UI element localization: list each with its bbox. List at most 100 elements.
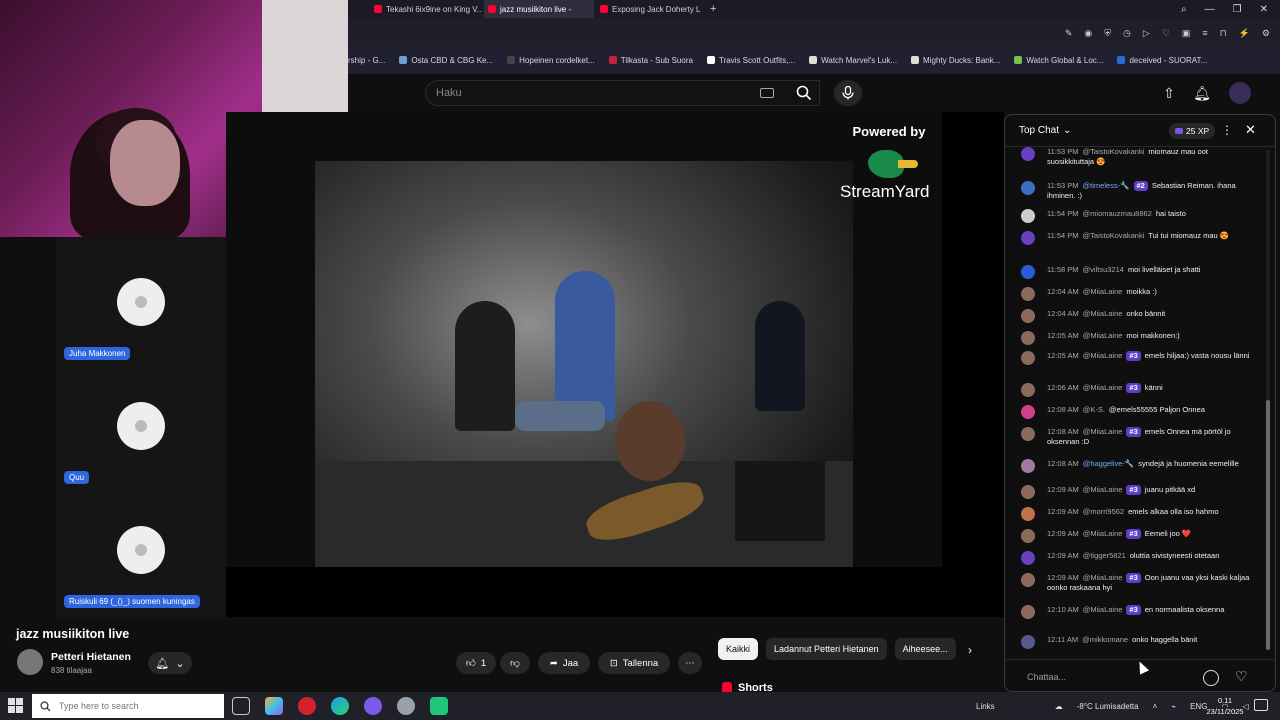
chat-mode-dropdown[interactable]: Top Chat ⌄ — [1019, 125, 1071, 136]
chat-author-name[interactable]: @mikkomane — [1082, 635, 1128, 644]
chat-author-avatar[interactable] — [1021, 209, 1035, 223]
chat-author-name[interactable]: @MiiaLaine — [1083, 605, 1123, 614]
video-player[interactable] — [315, 161, 853, 567]
bookmark-item[interactable]: Hopeinen cordelket... — [507, 52, 595, 68]
chat-author-name[interactable]: @MiiaLaine — [1083, 351, 1123, 360]
chat-scrollbar-thumb[interactable] — [1266, 400, 1270, 650]
chat-author-name[interactable]: @MiiaLaine — [1083, 427, 1123, 436]
bookmark-item[interactable]: Mighty Ducks: Bank... — [911, 52, 1000, 68]
chat-author-avatar[interactable] — [1021, 485, 1035, 499]
subscription-bell-button[interactable]: 🔔︎ ⌄ — [148, 652, 192, 674]
chat-author-avatar[interactable] — [1021, 405, 1035, 419]
close-window-button[interactable]: ✕ — [1260, 4, 1268, 15]
close-icon[interactable]: ✕ — [1245, 122, 1256, 138]
lock-icon[interactable]: ⊓ — [1220, 28, 1227, 39]
play-icon[interactable]: ▷ — [1143, 28, 1150, 39]
chat-author-avatar[interactable] — [1021, 635, 1035, 649]
chat-author-name[interactable]: @MiiaLaine — [1083, 485, 1123, 494]
chat-author-name[interactable]: @MiiaLaine — [1083, 287, 1123, 296]
vpn-icon[interactable]: ⚡ — [1239, 28, 1250, 39]
chat-author-name[interactable]: @TaistoKovakanki — [1083, 147, 1145, 156]
extension-icon[interactable]: ✎ — [1065, 28, 1073, 39]
chat-author-avatar[interactable] — [1021, 605, 1035, 619]
save-button[interactable]: ⊡ Tallenna — [598, 652, 670, 674]
chat-author-name[interactable]: @timeless-🔧 — [1083, 181, 1130, 190]
app-icon[interactable] — [397, 697, 415, 715]
chat-author-avatar[interactable] — [1021, 459, 1035, 473]
network-icon[interactable]: ⌁ — [1171, 702, 1176, 711]
upload-icon[interactable]: ⇧ — [1158, 82, 1180, 104]
chat-author-avatar[interactable] — [1021, 551, 1035, 565]
chat-author-avatar[interactable] — [1021, 573, 1035, 587]
filter-chip-all[interactable]: Kaikki — [718, 638, 759, 660]
chat-author-avatar[interactable] — [1021, 351, 1035, 365]
bookmark-item[interactable]: Osta CBD & CBG Ke... — [399, 52, 493, 68]
chat-author-name[interactable]: @MiiaLaine — [1083, 309, 1123, 318]
emoji-icon[interactable] — [1203, 670, 1219, 686]
keyboard-icon[interactable] — [760, 88, 774, 98]
edge-icon[interactable] — [331, 697, 349, 715]
browser-tab[interactable]: Exposing Jack Doherty Ly... — [596, 0, 700, 18]
browser-tab-active[interactable]: jazz musiikiton live - — [484, 0, 594, 18]
heart-icon[interactable]: ♡ — [1162, 28, 1170, 39]
channel-avatar[interactable] — [17, 649, 43, 675]
filter-chip-related[interactable]: Aiheesee... — [894, 638, 956, 660]
chat-author-avatar[interactable] — [1021, 265, 1035, 279]
more-vertical-icon[interactable]: ⋮ — [1221, 123, 1233, 137]
bookmark-item[interactable]: Travis Scott Outfits,... — [706, 52, 795, 68]
chat-author-avatar[interactable] — [1021, 507, 1035, 521]
chat-author-name[interactable]: @viltsu3214 — [1083, 265, 1124, 274]
search-input[interactable] — [436, 87, 756, 99]
weather-text[interactable]: -8°C Lumisadetta — [1077, 702, 1139, 711]
chat-author-avatar[interactable] — [1021, 427, 1035, 441]
xp-badge[interactable]: 25 XP — [1169, 123, 1216, 139]
task-view-icon[interactable] — [232, 697, 250, 715]
chat-author-name[interactable]: @MiiaLaine — [1083, 383, 1123, 392]
chat-author-name[interactable]: @MiiaLaine — [1083, 529, 1123, 538]
new-tab-button[interactable]: + — [710, 0, 724, 18]
chat-author-name[interactable]: @MiiaLaine — [1083, 331, 1123, 340]
dislike-button[interactable]: 👎︎ — [500, 652, 530, 674]
bookmark-item[interactable]: Watch Marvel's Luk... — [809, 52, 897, 68]
chat-author-avatar[interactable] — [1021, 181, 1035, 195]
chat-author-avatar[interactable] — [1021, 529, 1035, 543]
voice-search-button[interactable] — [834, 80, 862, 106]
maximize-button[interactable]: ❐ — [1233, 4, 1242, 15]
chat-author-name[interactable]: @haggelive-🔧 — [1083, 459, 1135, 468]
discord-icon[interactable] — [364, 697, 382, 715]
notifications-icon[interactable] — [1254, 699, 1268, 711]
taskbar-search-input[interactable] — [59, 701, 209, 711]
heart-icon[interactable]: ♡ — [1235, 668, 1248, 685]
app-icon[interactable] — [265, 697, 283, 715]
chat-author-name[interactable]: @K-S. — [1083, 405, 1105, 414]
weather-icon[interactable]: ☁ — [1055, 702, 1063, 711]
search-tabs-icon[interactable]: ⌕ — [1181, 4, 1187, 15]
account-avatar[interactable] — [1229, 82, 1251, 104]
share-button[interactable]: ➦ Jaa — [538, 652, 590, 674]
chat-author-avatar[interactable] — [1021, 383, 1035, 397]
taskbar-search-box[interactable] — [32, 694, 224, 718]
chat-author-name[interactable]: @TaistoKovakanki — [1083, 231, 1145, 240]
filter-chip-uploader[interactable]: Ladannut Petteri Hietanen — [766, 638, 887, 660]
channel-name[interactable]: Petteri Hietanen — [51, 651, 131, 663]
chat-author-name[interactable]: @tigger5821 — [1083, 551, 1126, 560]
minimize-button[interactable]: — — [1205, 4, 1215, 15]
chat-author-avatar[interactable] — [1021, 309, 1035, 323]
chevron-up-icon[interactable]: ˄ — [1153, 702, 1158, 711]
notifications-bell-icon[interactable]: 🔔︎ — [1191, 82, 1213, 104]
chat-author-name[interactable]: @morri9562 — [1083, 507, 1124, 516]
settings-icon[interactable]: ⚙ — [1262, 28, 1270, 39]
bookmark-item[interactable]: rship - G... — [348, 52, 385, 68]
taskbar-clock[interactable]: 0.11 23/11/2025 — [1200, 695, 1250, 717]
bookmark-item[interactable]: Watch Global & Loc... — [1014, 52, 1103, 68]
chat-author-avatar[interactable] — [1021, 331, 1035, 345]
opera-icon[interactable] — [298, 697, 316, 715]
chat-author-avatar[interactable] — [1021, 147, 1035, 161]
browser-tab[interactable]: Tekashi 6ix9ine on King V... — [370, 0, 482, 18]
menu-icon[interactable]: ≡ — [1202, 28, 1207, 39]
clock-icon[interactable]: ◷ — [1123, 28, 1131, 39]
windows-start-icon[interactable] — [8, 698, 24, 714]
links-label[interactable]: Links — [976, 702, 995, 711]
chat-author-avatar[interactable] — [1021, 231, 1035, 245]
camera-icon[interactable]: ◉ — [1084, 28, 1092, 39]
